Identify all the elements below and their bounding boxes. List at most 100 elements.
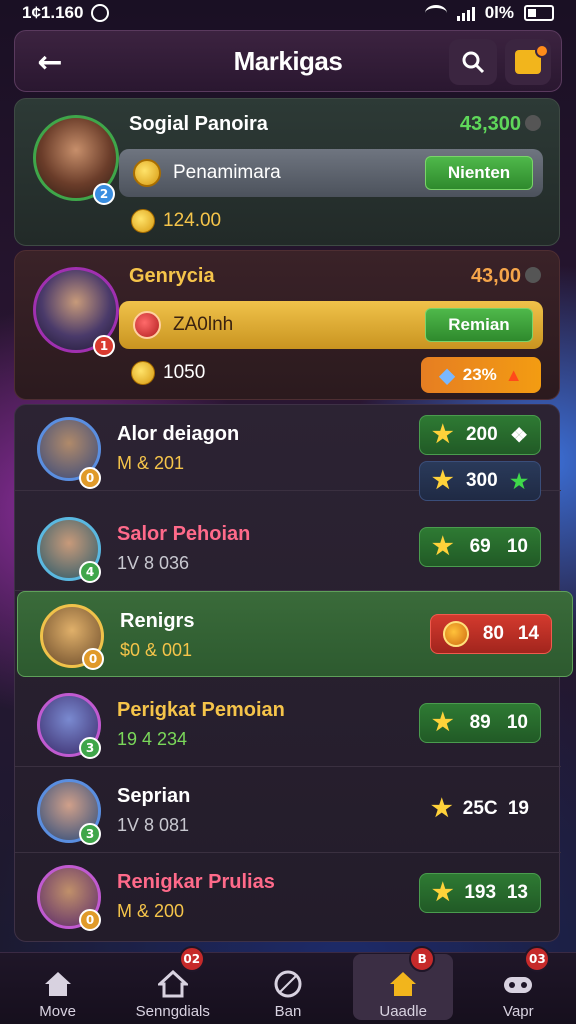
- player-sub: 19 4 234: [117, 729, 188, 749]
- wifi-icon: [424, 5, 447, 21]
- signal-icon: [456, 5, 475, 21]
- list-item-selected[interactable]: 0 Renigrs $0 & 001 80 14: [17, 591, 573, 677]
- notification-dot: [535, 44, 549, 58]
- player-sub: $0 & 001: [120, 640, 193, 660]
- chevron-right-icon: [525, 266, 541, 283]
- notification-icon: [91, 4, 110, 22]
- bar-text: ZA0lnh: [173, 314, 234, 335]
- player-name: Alor deiagon: [117, 423, 240, 445]
- player-sub: M & 200: [117, 901, 185, 921]
- player-sub: M & 201: [117, 453, 185, 473]
- target-icon: ❖: [510, 424, 528, 447]
- info-bar: Penamimara Nienten: [119, 149, 543, 197]
- ball-icon: [272, 969, 304, 999]
- players-list: 0 Alor deiagon M & 201 ★ 200 ❖ ★ 300 ★ 4…: [14, 404, 573, 942]
- player-name: Seprian: [117, 785, 191, 807]
- score-pill: 80 14: [430, 614, 552, 654]
- score-pill: ★ 193 13: [419, 873, 541, 913]
- player-name: Perigkat Pemoian: [117, 699, 285, 721]
- house-icon: [157, 969, 189, 999]
- player-name: Sogial Panoira: [129, 113, 268, 135]
- player-name: Renigrs: [120, 610, 195, 632]
- percent-badge: ◆ 23% ▲: [421, 357, 541, 393]
- battery-percent: 0l%: [484, 3, 514, 22]
- rank-badge: 0: [79, 467, 101, 489]
- score-pill: ★ 25C 19: [431, 795, 529, 822]
- rank-badge: 3: [79, 737, 101, 759]
- rank-badge: 0: [79, 909, 101, 931]
- player-score: 43,300: [460, 113, 541, 136]
- rank-badge: 4: [79, 561, 101, 583]
- score-pill: ★ 300 ★: [419, 461, 541, 501]
- fire-icon: ▲: [504, 364, 523, 385]
- rank-badge: 0: [82, 648, 104, 670]
- rank-badge: 3: [79, 823, 101, 845]
- score-pill: ★ 69 10: [419, 527, 541, 567]
- player-name: Salor Pehoian: [117, 523, 251, 545]
- coins-amount: 1050: [131, 361, 205, 385]
- chevron-right-icon: [525, 114, 541, 131]
- list-item[interactable]: 0 Alor deiagon M & 201 ★ 200 ❖ ★ 300 ★: [15, 405, 561, 501]
- action-button[interactable]: Nienten: [425, 156, 533, 190]
- bottom-nav: Move 02 Senngdials Ban B Uaadle 03 Vapr: [0, 946, 576, 1024]
- back-button[interactable]: ←: [27, 39, 73, 85]
- battery-icon: [524, 5, 554, 21]
- coin-icon: [133, 159, 161, 187]
- search-button[interactable]: [449, 39, 497, 85]
- home-icon: [42, 969, 74, 999]
- nav-label: Move: [39, 1003, 76, 1020]
- nav-badge: B: [409, 946, 436, 972]
- bar-text: Penamimara: [173, 162, 281, 183]
- star-icon: ★: [432, 421, 454, 448]
- player-sub: 1V 8 081: [117, 815, 190, 835]
- star-icon: ★: [431, 795, 453, 822]
- player-sub: 1V 8 036: [117, 553, 190, 573]
- star-icon: ★: [432, 533, 454, 560]
- player-score: 43,00: [471, 265, 541, 288]
- score-pill: ★ 200 ❖: [419, 415, 541, 455]
- status-bar: 1¢1.160 0l%: [0, 0, 576, 26]
- nav-badge: 02: [178, 946, 205, 972]
- featured-card-1[interactable]: 2 Sogial Panoira 43,300 Penamimara Nient…: [14, 98, 560, 246]
- page-title: Markigas: [233, 45, 343, 76]
- nav-label: Uaadle: [379, 1003, 427, 1020]
- nav-label: Senngdials: [135, 1003, 210, 1020]
- coin-icon: [131, 209, 155, 233]
- coin-icon: [131, 361, 155, 385]
- nav-item-move[interactable]: Move: [8, 954, 108, 1020]
- nav-item-vapr[interactable]: 03 Vapr: [468, 946, 568, 1020]
- star-icon: ★: [432, 467, 454, 494]
- info-bar: ZA0lnh Remian: [119, 301, 543, 349]
- status-time: 1¢1.160: [22, 3, 84, 22]
- app-header: ← Markigas: [14, 30, 562, 92]
- nav-badge: 03: [524, 946, 551, 972]
- controller-icon: [502, 969, 534, 999]
- nav-item-ban[interactable]: Ban: [238, 954, 338, 1020]
- score-pill: ★ 89 10: [419, 703, 541, 743]
- arrow-left-icon: ←: [37, 44, 63, 80]
- star-icon: ★: [432, 879, 454, 906]
- action-button[interactable]: Remian: [425, 308, 533, 342]
- list-item[interactable]: 0 Renigkar Prulias M & 200 ★ 193 13: [15, 853, 561, 939]
- list-item[interactable]: 3 Perigkat Pemoian 19 4 234 ★ 89 10: [15, 681, 561, 767]
- coin-icon: [443, 621, 469, 647]
- player-name: Renigkar Prulias: [117, 871, 275, 893]
- player-name: Genrycia: [129, 265, 215, 287]
- featured-card-2[interactable]: 1 Genrycia 43,00 ZA0lnh Remian 1050 ◆ 23…: [14, 250, 560, 400]
- search-icon: [462, 51, 485, 74]
- notifications-button[interactable]: [505, 39, 551, 85]
- star-icon: ★: [432, 709, 454, 736]
- list-item[interactable]: 3 Seprian 1V 8 081 ★ 25C 19: [15, 767, 561, 853]
- green-star-icon: ★: [510, 470, 528, 493]
- nav-item-uaadle[interactable]: B Uaadle: [353, 946, 454, 1020]
- rank-badge: 2: [93, 183, 115, 205]
- gem-icon: ◆: [439, 364, 455, 387]
- nav-label: Ban: [274, 1003, 302, 1020]
- nav-item-settings[interactable]: 02 Senngdials: [123, 946, 223, 1020]
- nav-label: Vapr: [503, 1003, 534, 1020]
- house-icon: [387, 969, 419, 999]
- rank-badge: 1: [93, 335, 115, 357]
- coins-amount: 124.00: [131, 209, 221, 233]
- emblem-icon: [133, 311, 161, 339]
- list-item[interactable]: 4 Salor Pehoian 1V 8 036 ★ 69 10: [15, 505, 561, 591]
